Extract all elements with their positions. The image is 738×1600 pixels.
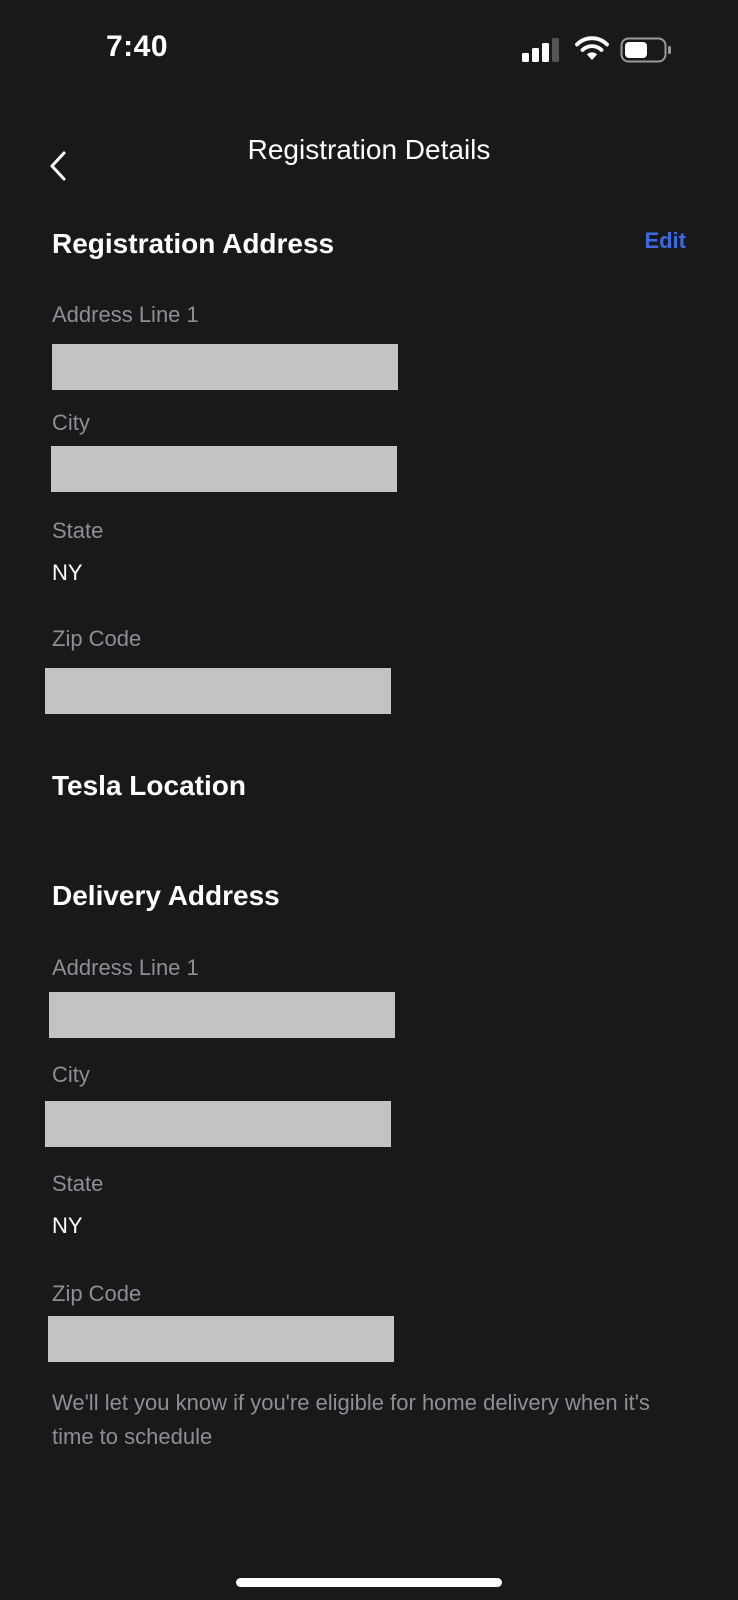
registration-zip-label: Zip Code [52, 626, 142, 651]
battery-icon [620, 37, 671, 63]
home-delivery-note: We'll let you know if you're eligible fo… [52, 1390, 650, 1449]
delivery-zip-label: Zip Code [52, 1281, 142, 1306]
cellular-signal-icon [522, 38, 559, 62]
tesla-location-heading: Tesla Location [52, 770, 246, 801]
page-title: Registration Details [247, 134, 491, 165]
delivery-address-heading: Delivery Address [52, 880, 280, 911]
registration-state-label: State [52, 518, 104, 543]
status-time: 7:40 [106, 30, 169, 63]
registration-address-line1-value-redacted [52, 344, 398, 390]
registration-city-label: City [52, 410, 90, 435]
wifi-icon [575, 36, 609, 60]
delivery-city-label: City [52, 1062, 90, 1087]
delivery-state-label: State [52, 1171, 104, 1196]
registration-state-value: NY [52, 560, 83, 585]
delivery-zip-value-redacted [48, 1316, 394, 1362]
edit-button[interactable]: Edit [620, 228, 686, 254]
registration-address-line1-label: Address Line 1 [52, 302, 199, 327]
delivery-address-line1-value-redacted [49, 992, 395, 1038]
registration-city-value-redacted [51, 446, 397, 492]
home-indicator[interactable] [236, 1578, 502, 1587]
registration-address-heading: Registration Address [52, 228, 335, 259]
delivery-address-line1-label: Address Line 1 [52, 955, 199, 980]
registration-zip-value-redacted [45, 668, 391, 714]
delivery-city-value-redacted [45, 1101, 391, 1147]
delivery-state-value: NY [52, 1213, 83, 1238]
